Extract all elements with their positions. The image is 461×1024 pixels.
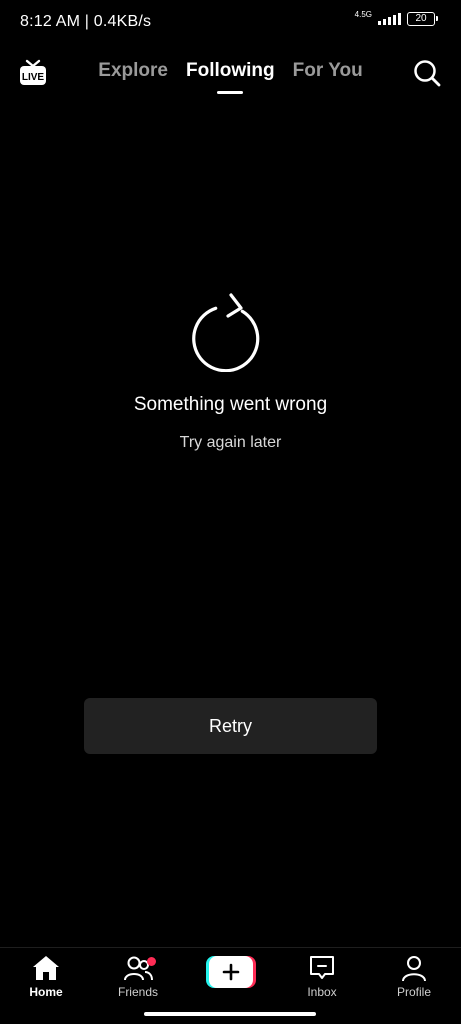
feed-tabs: Explore Following For You xyxy=(0,60,461,94)
create-button[interactable] xyxy=(206,956,256,988)
status-time: 8:12 AM | 0.4KB/s xyxy=(20,13,152,30)
inbox-icon xyxy=(310,956,334,979)
battery-level: 20 xyxy=(415,13,427,24)
home-indicator xyxy=(144,1012,316,1016)
signal-icon xyxy=(378,13,401,25)
nav-friends-label: Friends xyxy=(117,985,158,999)
tab-explore[interactable]: Explore xyxy=(98,60,168,82)
nav-inbox[interactable]: Inbox xyxy=(287,954,357,999)
top-nav: LIVE Explore Following For You xyxy=(0,50,461,100)
nav-profile[interactable]: Profile xyxy=(379,954,449,999)
status-icons: 4.5G 20 xyxy=(354,10,438,26)
error-subtitle: Try again later xyxy=(179,434,282,451)
status-bar: 8:12 AM | 0.4KB/s 4.5G 20 xyxy=(0,0,461,44)
tab-explore-label: Explore xyxy=(98,60,168,81)
battery-icon: 20 xyxy=(407,12,438,26)
nav-home-label: Home xyxy=(29,985,63,999)
nav-inbox-label: Inbox xyxy=(307,985,337,999)
plus-icon xyxy=(222,963,240,981)
active-tab-indicator xyxy=(217,91,244,94)
nav-home[interactable]: Home xyxy=(11,954,81,999)
error-state: Something went wrong Try again later xyxy=(0,290,461,452)
nav-profile-label: Profile xyxy=(396,985,431,999)
profile-icon xyxy=(402,956,426,982)
tab-for-you[interactable]: For You xyxy=(293,60,363,82)
error-title: Something went wrong xyxy=(133,394,328,415)
search-icon[interactable] xyxy=(413,59,441,87)
refresh-icon xyxy=(191,293,259,372)
tab-following[interactable]: Following xyxy=(186,60,275,94)
network-type: 4.5G xyxy=(354,10,372,19)
tab-for-you-label: For You xyxy=(292,60,363,81)
notification-dot xyxy=(147,957,156,966)
tab-following-label: Following xyxy=(186,60,275,81)
nav-friends[interactable]: Friends xyxy=(103,954,173,999)
retry-button[interactable]: Retry xyxy=(84,698,377,754)
home-icon xyxy=(33,956,59,980)
